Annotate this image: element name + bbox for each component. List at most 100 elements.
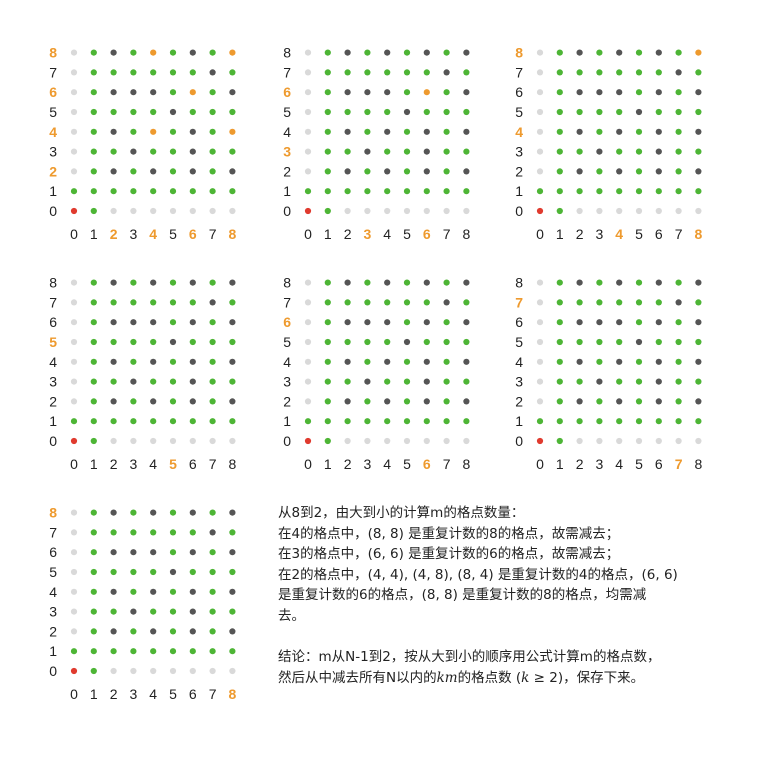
lattice-point-visible [344, 418, 351, 425]
lattice-point-visible [596, 49, 603, 56]
lattice-point-axis [536, 128, 544, 135]
lattice-point-visible [169, 628, 177, 635]
lattice-point-visible [443, 128, 450, 135]
lattice-point-hidden [229, 319, 236, 326]
lattice-point-axis [150, 207, 157, 215]
lattice-point-visible [324, 319, 331, 326]
lattice-point-axis [344, 437, 351, 445]
y-tick-label: 7 [515, 64, 523, 80]
y-tick-label: 3 [49, 144, 57, 160]
lattice-point-visible [110, 568, 117, 576]
lattice-point-visible [209, 628, 216, 635]
lattice-point-visible [209, 128, 216, 135]
explanation-line-4: 在2的格点中，(4, 4), (4, 8), (8, 4) 是重复计数的4的格点… [278, 566, 678, 583]
lattice-point-visible [403, 49, 411, 56]
lattice-point-hidden [655, 378, 662, 385]
lattice-point-visible [90, 418, 97, 425]
y-tick-label: 5 [49, 564, 57, 580]
lattice-point-visible [616, 338, 623, 346]
lattice-point-hidden [443, 69, 450, 76]
lattice-point-axis [304, 338, 312, 346]
lattice-point-visible [110, 418, 117, 425]
lattice-point-visible [324, 299, 331, 306]
lattice-point-axis [443, 437, 450, 445]
x-tick-label: 5 [169, 456, 177, 472]
lattice-point-hidden [384, 279, 391, 286]
lattice-point-hidden [229, 628, 236, 635]
lattice-point-hidden [110, 628, 117, 635]
lattice-point-visible [90, 89, 97, 96]
lattice-point-visible [90, 188, 97, 195]
lattice-point-visible [364, 168, 371, 175]
lattice-point-visible [695, 299, 702, 306]
lattice-point-visible [209, 148, 216, 155]
lattice-point-hidden [189, 588, 196, 595]
lattice-point-visible [423, 299, 430, 306]
y-tick-label: 2 [515, 163, 523, 179]
y-tick-label: 8 [49, 505, 57, 521]
y-tick-label: 1 [49, 413, 57, 429]
lattice-point-hidden [463, 128, 470, 135]
x-tick-label: 3 [130, 686, 138, 702]
lattice-point-visible [364, 188, 371, 195]
lattice-point-visible [364, 398, 371, 405]
lattice-point-axis [655, 207, 662, 215]
x-tick-label: 0 [536, 456, 544, 472]
lattice-point-visible [169, 378, 177, 385]
y-tick-label: 5 [283, 104, 291, 120]
lattice-point-visible [130, 529, 137, 536]
y-tick-label: 6 [283, 314, 291, 330]
x-tick-label: 8 [229, 686, 237, 702]
lattice-point-hidden [110, 89, 117, 96]
lattice-point-hidden [209, 299, 216, 306]
lattice-point-visible [90, 608, 97, 615]
x-tick-label: 2 [344, 456, 352, 472]
lattice-point-visible [169, 319, 177, 326]
lattice-point-hidden [189, 128, 196, 135]
lattice-point-visible [423, 418, 430, 425]
lattice-point-visible [344, 108, 351, 116]
lattice-point-axis [616, 207, 623, 215]
lattice-point-visible [169, 168, 177, 175]
y-tick-label: 7 [49, 524, 57, 540]
lattice-point-visible [675, 108, 682, 116]
lattice-point-hidden [229, 509, 236, 516]
lattice-point-visible [463, 378, 470, 385]
x-tick-label: 7 [209, 686, 217, 702]
lattice-point-axis [70, 128, 78, 135]
lattice-point-visible [130, 588, 137, 595]
y-tick-label: 4 [283, 124, 291, 140]
x-tick-label: 5 [169, 686, 177, 702]
x-tick-label: 3 [130, 456, 138, 472]
x-tick-label: 3 [130, 226, 138, 242]
lattice-point-hidden [229, 89, 236, 96]
lattice-point-visible [130, 128, 137, 135]
lattice-point-visible [189, 188, 196, 195]
lattice-point-visible [169, 49, 177, 56]
lattice-point-hidden [616, 319, 623, 326]
lattice-point-hidden [616, 49, 623, 56]
lattice-point-axis [364, 437, 371, 445]
lattice-point-visible [90, 588, 97, 595]
lattice-point-visible [90, 69, 97, 76]
x-tick-label: 0 [304, 456, 312, 472]
lattice-point-visible [110, 648, 117, 655]
lattice-point-visible [443, 398, 450, 405]
lattice-point-visible [635, 398, 643, 405]
lattice-point-hidden [169, 568, 177, 576]
x-tick-label: 1 [90, 456, 98, 472]
lattice-point-hidden [130, 378, 137, 385]
x-tick-label: 2 [344, 226, 352, 242]
lattice-point-visible [616, 188, 623, 195]
lattice-point-visible [90, 398, 97, 405]
lattice-point-visible [423, 338, 430, 346]
x-tick-label: 8 [695, 226, 703, 242]
lattice-point-visible [556, 299, 563, 306]
lattice-point-visible [403, 188, 411, 195]
explanation-line-1: 从8到2，由大到小的计算m的格点数量： [278, 505, 525, 521]
lattice-point-hidden [169, 108, 177, 116]
x-tick-label: 1 [324, 456, 332, 472]
lattice-point-visible [130, 509, 137, 516]
lattice-point-hidden [695, 89, 702, 96]
lattice-point-visible [169, 128, 177, 135]
